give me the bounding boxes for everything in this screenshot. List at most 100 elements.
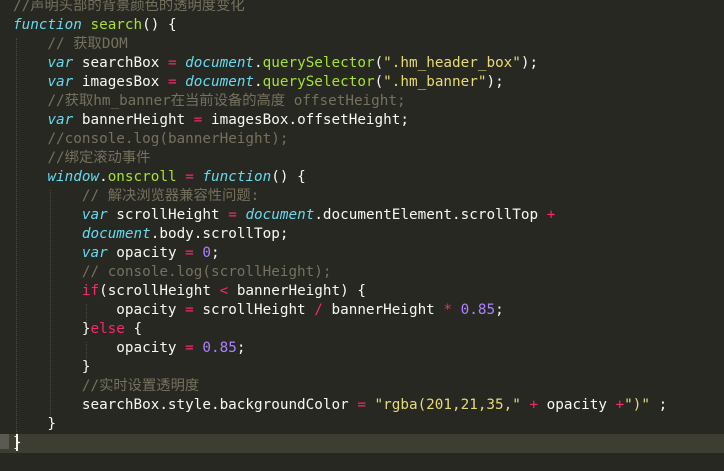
code-token: .body.scrollTop;: [150, 226, 289, 242]
function-token: querySelector: [262, 55, 375, 71]
number-token: 0.85: [202, 340, 237, 356]
string-token: ".hm_banner": [383, 74, 487, 90]
code-line[interactable]: }: [0, 415, 56, 434]
code-token: ;: [495, 302, 504, 318]
operator-token: =: [167, 74, 177, 90]
code-token: .: [254, 55, 263, 71]
code-token: opacity: [13, 340, 186, 356]
function-token: search: [90, 17, 143, 33]
code-token: ;: [649, 397, 668, 413]
code-editor[interactable]: //声明头部的背景颜色的透明度变化 function search() { // …: [0, 0, 724, 471]
code-token: () {: [271, 169, 306, 185]
operator-token: +: [615, 397, 625, 413]
code-token: opacity: [13, 302, 186, 318]
code-token: bannerHeight) {: [228, 283, 366, 299]
comment-token: //绑定滚动事件: [47, 150, 151, 166]
code-token: scrollHeight: [193, 302, 315, 318]
code-line[interactable]: //绑定滚动事件: [0, 149, 150, 168]
code-line[interactable]: var scrollHeight = document.documentElem…: [0, 206, 555, 225]
keyword-token: var: [47, 112, 74, 128]
code-line[interactable]: opacity = 0.85;: [0, 339, 245, 358]
code-line[interactable]: var opacity = 0;: [0, 244, 220, 263]
code-line[interactable]: //获取hm_banner在当前设备的高度 offsetHeight;: [0, 92, 406, 111]
gutter-marker: [0, 434, 9, 449]
code-line[interactable]: // 解决浏览器兼容性问题:: [0, 187, 259, 206]
keyword-token: var: [47, 74, 74, 90]
keyword-token: var: [47, 55, 74, 71]
string-token: ".hm_header_box": [383, 55, 521, 71]
code-token: }: [13, 359, 91, 375]
code-line[interactable]: // 获取DOM: [0, 35, 127, 54]
comment-token: //实时设置透明度: [81, 378, 200, 394]
function-token: querySelector: [262, 74, 375, 90]
object-token: window: [47, 169, 100, 185]
code-line[interactable]: document.body.scrollTop;: [0, 225, 289, 244]
number-token: 0: [202, 245, 211, 261]
comment-token: //获取hm_banner在当前设备的高度 offsetHeight;: [47, 93, 406, 109]
code-line[interactable]: searchBox.style.backgroundColor = "rgba(…: [0, 396, 667, 415]
operator-token: =: [185, 340, 194, 356]
code-token: bannerHeight: [73, 112, 194, 128]
code-token: searchBox.style.backgroundColor: [13, 397, 358, 413]
code-line[interactable]: var searchBox = document.querySelector("…: [0, 54, 538, 73]
code-token: ;: [211, 245, 220, 261]
comment-token: //console.log(bannerHeight);: [47, 131, 289, 147]
code-line[interactable]: var bannerHeight = imagesBox.offsetHeigh…: [0, 111, 409, 130]
keyword-token: else: [90, 321, 125, 337]
code-token: opacity: [538, 397, 616, 413]
code-line[interactable]: }: [0, 434, 724, 453]
operator-token: =: [357, 397, 366, 413]
code-line[interactable]: opacity = scrollHeight / bannerHeight * …: [0, 301, 504, 320]
operator-token: /: [314, 302, 323, 318]
code-token: (: [374, 74, 384, 90]
operator-token: *: [443, 302, 453, 318]
text-cursor: [16, 434, 18, 451]
code-token: imagesBox: [73, 74, 168, 90]
operator-token: =: [185, 169, 194, 185]
string-token: ")": [624, 397, 650, 413]
code-line[interactable]: window.onscroll = function() {: [0, 168, 306, 187]
code-token: imagesBox.offsetHeight;: [202, 112, 409, 128]
code-line[interactable]: }: [0, 358, 91, 377]
operator-token: +: [529, 397, 539, 413]
code-line[interactable]: if(scrollHeight < bannerHeight) {: [0, 282, 366, 301]
code-line[interactable]: //声明头部的背景颜色的透明度变化: [0, 0, 245, 16]
code-token: {: [124, 321, 143, 337]
code-token: searchBox: [73, 55, 168, 71]
code-line[interactable]: //实时设置透明度: [0, 377, 199, 396]
string-token: "rgba(201,21,35,": [374, 397, 521, 413]
operator-token: +: [546, 207, 556, 223]
object-token: document: [185, 74, 255, 90]
code-token: .: [99, 169, 108, 185]
code-token: );: [486, 74, 504, 90]
keyword-token: function: [13, 17, 82, 33]
comment-token: // 解决浏览器兼容性问题:: [81, 188, 260, 204]
code-line[interactable]: var imagesBox = document.querySelector("…: [0, 73, 504, 92]
code-line[interactable]: }else {: [0, 320, 142, 339]
code-token: ;: [236, 340, 246, 356]
keyword-token: if: [81, 283, 100, 299]
keyword-token: var: [81, 207, 108, 223]
code-line[interactable]: //console.log(bannerHeight);: [0, 130, 288, 149]
code-line[interactable]: // console.log(scrollHeight);: [0, 263, 332, 282]
code-line[interactable]: function search() {: [0, 16, 177, 35]
code-token: (scrollHeight: [99, 283, 220, 299]
code-token: scrollHeight: [107, 207, 229, 223]
keyword-token: var: [81, 245, 108, 261]
